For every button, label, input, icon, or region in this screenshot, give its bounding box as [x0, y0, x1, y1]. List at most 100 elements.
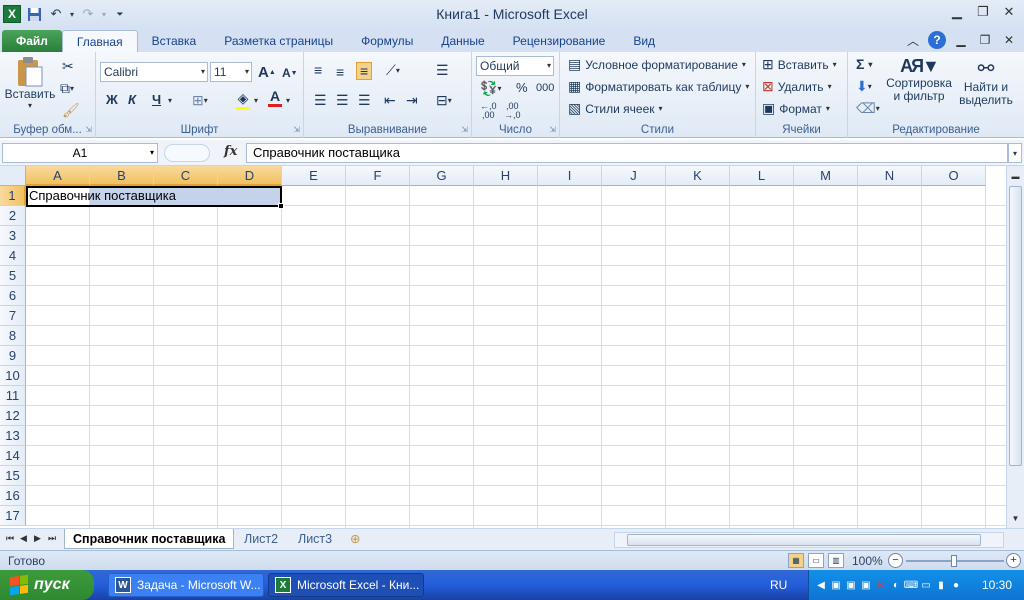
- font-color-dropdown-icon[interactable]: ▾: [286, 96, 290, 105]
- row-header-1[interactable]: 1: [0, 186, 26, 206]
- zoom-slider-thumb[interactable]: [951, 555, 957, 567]
- column-header-a[interactable]: A: [26, 166, 90, 186]
- tab-insert[interactable]: Вставка: [138, 30, 211, 52]
- language-indicator[interactable]: RU: [770, 578, 787, 592]
- fill-handle[interactable]: [278, 203, 284, 209]
- row-header-7[interactable]: 7: [0, 306, 26, 326]
- row-header-3[interactable]: 3: [0, 226, 26, 246]
- column-header-b[interactable]: B: [90, 166, 154, 186]
- row-header-12[interactable]: 12: [0, 406, 26, 426]
- fill-color-dropdown-icon[interactable]: ▾: [254, 96, 258, 105]
- align-bottom-icon[interactable]: ≡: [356, 62, 373, 80]
- next-sheet-icon[interactable]: ▶: [34, 533, 41, 544]
- excel-logo-icon[interactable]: X: [2, 4, 22, 24]
- tab-view[interactable]: Вид: [619, 30, 669, 52]
- column-header-g[interactable]: G: [410, 166, 474, 186]
- sheet-tab-3[interactable]: Лист3: [290, 529, 340, 549]
- antivirus-icon[interactable]: K: [875, 578, 887, 592]
- insert-sheet-icon[interactable]: ⊕: [342, 529, 368, 549]
- zoom-out-icon[interactable]: −: [888, 553, 903, 568]
- italic-button[interactable]: К: [128, 92, 136, 107]
- format-as-table-button[interactable]: ▦ Форматировать как таблицу ▾: [568, 78, 749, 95]
- taskbar-item-excel[interactable]: X Microsoft Excel - Кни...: [268, 573, 424, 597]
- cut-icon[interactable]: ✂: [62, 58, 74, 75]
- collapse-ribbon-icon[interactable]: ︿: [904, 31, 922, 49]
- row-header-17[interactable]: 17: [0, 506, 26, 526]
- zoom-in-icon[interactable]: +: [1006, 553, 1021, 568]
- horizontal-scroll-thumb[interactable]: [627, 534, 981, 546]
- orientation-icon[interactable]: ⟋ ▾: [386, 62, 400, 79]
- redo-dropdown-icon[interactable]: ▾: [100, 4, 108, 24]
- tab-formulas[interactable]: Формулы: [347, 30, 427, 52]
- column-header-k[interactable]: K: [666, 166, 730, 186]
- tab-data[interactable]: Данные: [427, 30, 498, 52]
- doc-close-icon[interactable]: ✕: [1000, 31, 1018, 49]
- underline-button[interactable]: Ч: [152, 92, 161, 107]
- undo-dropdown-icon[interactable]: ▾: [68, 4, 76, 24]
- find-select-button[interactable]: ⚯ Найти и выделить: [956, 56, 1016, 107]
- update-icon[interactable]: ●: [950, 578, 962, 592]
- start-button[interactable]: пуск: [0, 570, 94, 600]
- page-layout-view-icon[interactable]: ▭: [808, 553, 824, 568]
- name-box[interactable]: A1 ▾: [2, 143, 158, 163]
- taskbar-item-word[interactable]: W Задача - Microsoft W...: [108, 573, 264, 597]
- page-break-view-icon[interactable]: ▥: [828, 553, 844, 568]
- wrap-text-icon[interactable]: ☰: [436, 62, 449, 79]
- tab-review[interactable]: Рецензирование: [499, 30, 620, 52]
- percent-button[interactable]: %: [516, 80, 528, 95]
- underline-dropdown-icon[interactable]: ▾: [168, 96, 172, 105]
- column-header-n[interactable]: N: [858, 166, 922, 186]
- row-header-10[interactable]: 10: [0, 366, 26, 386]
- number-format-select[interactable]: Общий ▾: [476, 56, 554, 76]
- security-icon[interactable]: ◐: [890, 578, 902, 592]
- formula-bar-splitter[interactable]: [164, 144, 210, 162]
- row-header-14[interactable]: 14: [0, 446, 26, 466]
- bold-button[interactable]: Ж: [106, 92, 118, 107]
- network-icon-3[interactable]: ▣: [860, 578, 872, 592]
- align-right-icon[interactable]: ☰: [358, 92, 371, 109]
- increase-indent-icon[interactable]: ⇥: [406, 92, 418, 109]
- fill-icon[interactable]: ⬇ ▾: [856, 78, 872, 95]
- column-header-i[interactable]: I: [538, 166, 602, 186]
- select-all-button[interactable]: [0, 166, 26, 186]
- format-cells-button[interactable]: ▣ Формат ▾: [762, 100, 830, 117]
- column-header-l[interactable]: L: [730, 166, 794, 186]
- column-header-f[interactable]: F: [346, 166, 410, 186]
- worksheet-grid[interactable]: A B C D E F G H I J K L M N O 1 2 3 4 5 6 7 8 9 10 11 12 13 14 15 16 17…: [0, 166, 1006, 528]
- align-center-icon[interactable]: ☰: [336, 92, 349, 109]
- row-header-6[interactable]: 6: [0, 286, 26, 306]
- restore-icon[interactable]: ❐: [974, 4, 992, 20]
- clock[interactable]: 10:30: [982, 578, 1012, 592]
- vertical-scroll-thumb[interactable]: [1009, 186, 1022, 466]
- row-header-8[interactable]: 8: [0, 326, 26, 346]
- column-header-h[interactable]: H: [474, 166, 538, 186]
- volume-icon[interactable]: ◀: [815, 578, 827, 592]
- first-sheet-icon[interactable]: ⏮: [6, 533, 14, 544]
- font-color-button[interactable]: A: [268, 88, 282, 107]
- keyboard-icon[interactable]: ⌨: [904, 578, 918, 592]
- thousands-button[interactable]: 000: [536, 82, 554, 94]
- font-launcher-icon[interactable]: ⇲: [293, 125, 300, 134]
- clipboard-launcher-icon[interactable]: ⇲: [85, 125, 92, 134]
- clear-icon[interactable]: ⌫ ▾: [856, 100, 880, 117]
- vertical-scrollbar[interactable]: ▬ ▼: [1006, 166, 1024, 528]
- currency-format-icon[interactable]: 💱 ▾: [480, 80, 501, 97]
- align-top-icon[interactable]: ≡: [314, 62, 322, 78]
- row-header-13[interactable]: 13: [0, 426, 26, 446]
- cell-styles-button[interactable]: ▧ Стили ячеек ▾: [568, 100, 663, 117]
- insert-cells-button[interactable]: ⊞ Вставить ▾: [762, 56, 837, 73]
- row-header-4[interactable]: 4: [0, 246, 26, 266]
- customize-qat-icon[interactable]: ⏷: [110, 4, 130, 24]
- scroll-down-icon[interactable]: ▼: [1007, 510, 1024, 526]
- conditional-formatting-button[interactable]: ▤ Условное форматирование ▾: [568, 56, 746, 73]
- insert-function-icon[interactable]: fx: [224, 144, 237, 159]
- paste-dropdown-icon[interactable]: ▾: [28, 101, 32, 110]
- save-icon[interactable]: [24, 4, 44, 24]
- alignment-launcher-icon[interactable]: ⇲: [461, 125, 468, 134]
- redo-icon[interactable]: ↷: [78, 4, 98, 24]
- network-icon[interactable]: ▣: [830, 578, 842, 592]
- tab-page-layout[interactable]: Разметка страницы: [210, 30, 347, 52]
- grow-font-button[interactable]: A ▲: [258, 64, 276, 81]
- sheet-tab-2[interactable]: Лист2: [236, 529, 286, 549]
- help-icon[interactable]: ?: [928, 31, 946, 49]
